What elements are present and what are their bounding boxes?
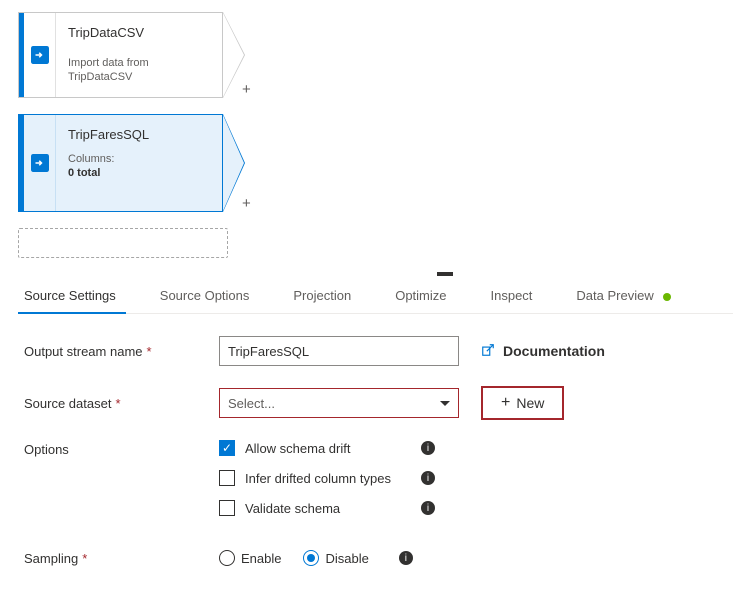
node-columns-info: Columns: 0 total <box>68 152 210 181</box>
chevron-down-icon <box>440 401 450 406</box>
info-icon[interactable]: i <box>421 501 435 515</box>
output-stream-input[interactable] <box>219 336 459 366</box>
output-stream-label: Output stream name* <box>24 344 219 359</box>
node-connector-arrow <box>223 114 245 212</box>
infer-drifted-types-checkbox[interactable] <box>219 470 235 486</box>
sampling-disable-label: Disable <box>325 551 368 566</box>
sampling-label: Sampling* <box>24 551 219 566</box>
tab-source-options[interactable]: Source Options <box>154 278 270 313</box>
node-title: TripFaresSQL <box>68 127 210 142</box>
source-dataset-select[interactable]: Select... <box>219 388 459 418</box>
info-icon[interactable]: i <box>421 441 435 455</box>
tab-inspect[interactable]: Inspect <box>485 278 553 313</box>
allow-schema-drift-checkbox[interactable] <box>219 440 235 456</box>
infer-drifted-types-label: Infer drifted column types <box>245 471 413 486</box>
status-dot-icon <box>663 293 671 301</box>
node-subtitle: Import data from TripDataCSV <box>68 56 210 85</box>
new-dataset-button[interactable]: + New <box>481 386 564 420</box>
source-node-tripdatacsv[interactable]: TripDataCSV Import data from TripDataCSV <box>18 12 223 98</box>
node-title: TripDataCSV <box>68 25 210 40</box>
tab-indicator <box>437 272 453 276</box>
tab-optimize[interactable]: Optimize <box>389 278 466 313</box>
source-dataset-label: Source dataset* <box>24 396 219 411</box>
sampling-disable-radio[interactable]: Disable <box>303 550 368 566</box>
source-icon <box>24 13 56 97</box>
tab-source-settings[interactable]: Source Settings <box>18 278 136 313</box>
sampling-enable-radio[interactable]: Enable <box>219 550 281 566</box>
options-label: Options <box>24 440 219 457</box>
source-node-tripfaressql[interactable]: TripFaresSQL Columns: 0 total <box>18 114 223 212</box>
plus-icon: + <box>501 394 510 412</box>
tab-data-preview[interactable]: Data Preview <box>570 278 691 313</box>
settings-tabs: Source Settings Source Options Projectio… <box>18 278 733 314</box>
allow-schema-drift-label: Allow schema drift <box>245 441 413 456</box>
tab-projection[interactable]: Projection <box>287 278 371 313</box>
validate-schema-label: Validate schema <box>245 501 413 516</box>
source-icon <box>24 115 56 211</box>
validate-schema-checkbox[interactable] <box>219 500 235 516</box>
external-link-icon <box>481 343 495 360</box>
node-connector-arrow <box>223 12 245 98</box>
info-icon[interactable]: i <box>421 471 435 485</box>
documentation-link[interactable]: Documentation <box>481 343 605 360</box>
add-source-placeholder[interactable] <box>18 228 228 258</box>
sampling-enable-label: Enable <box>241 551 281 566</box>
info-icon[interactable]: i <box>399 551 413 565</box>
